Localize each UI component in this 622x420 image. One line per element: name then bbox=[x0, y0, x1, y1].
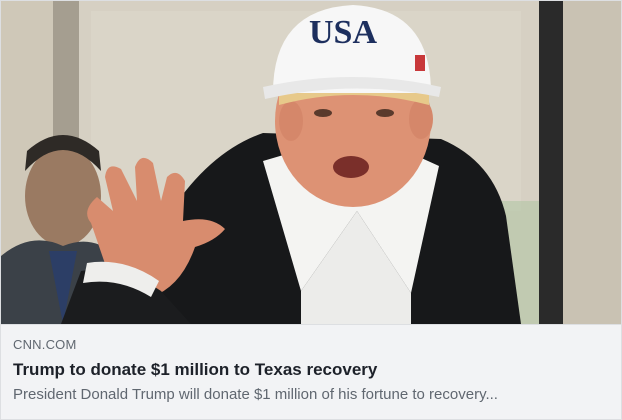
article-photo[interactable]: USA bbox=[1, 1, 621, 324]
article-headline[interactable]: Trump to donate $1 million to Texas reco… bbox=[13, 359, 609, 381]
cap-text: USA bbox=[309, 14, 377, 51]
photo-illustration: USA bbox=[1, 1, 621, 324]
link-preview-card[interactable]: USA CNN.COM Trump to donate $1 million t… bbox=[0, 0, 622, 420]
source-domain: CNN.COM bbox=[13, 337, 77, 352]
article-description: President Donald Trump will donate $1 mi… bbox=[13, 386, 498, 403]
link-meta[interactable]: CNN.COM Trump to donate $1 million to Te… bbox=[1, 324, 621, 419]
